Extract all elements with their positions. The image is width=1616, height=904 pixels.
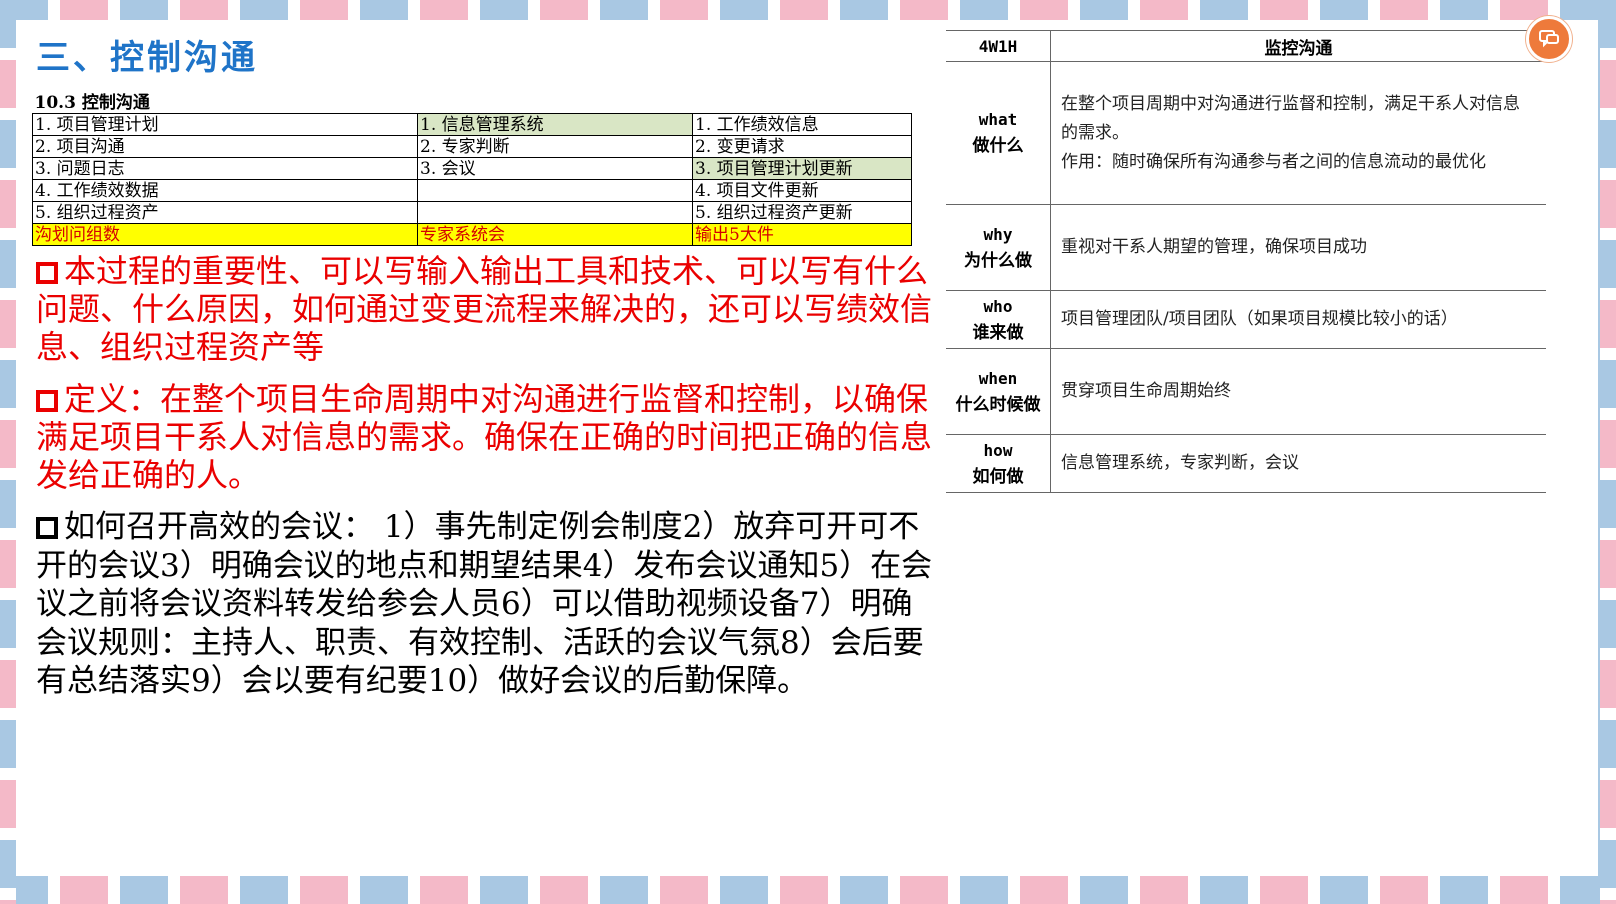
itto-output: 1. 工作绩效信息 [692, 113, 912, 136]
4w1h-key: who 谁来做 [946, 290, 1051, 349]
definition-paragraph: 定义：在整个项目生命周期中对沟通进行监督和控制，以确保满足项目干系人对信息的需求… [36, 380, 936, 494]
itto-row: 1. 项目管理计划 1. 信息管理系统 1. 工作绩效信息 [32, 113, 912, 136]
itto-tool: 1. 信息管理系统 [417, 113, 693, 136]
4w1h-header-row: 4W1H 监控沟通 [946, 30, 1546, 62]
4w1h-key-zh: 如何做 [972, 466, 1024, 487]
envelope-border-right [1600, 0, 1616, 904]
4w1h-key-zh: 什么时候做 [955, 394, 1041, 415]
mnemonic-outputs: 输出5大件 [692, 223, 912, 246]
itto-input: 2. 项目沟通 [32, 135, 418, 158]
itto-input: 5. 组织过程资产 [32, 201, 418, 224]
4w1h-key: when 什么时候做 [946, 348, 1051, 435]
itto-tool [417, 201, 693, 224]
definition-text: 定义：在整个项目生命周期中对沟通进行监督和控制，以确保满足项目干系人对信息的需求… [36, 380, 933, 494]
4w1h-value: 项目管理团队/项目团队（如果项目规模比较小的话） [1050, 290, 1546, 349]
4w1h-row-what: what 做什么 在整个项目周期中对沟通进行监督和控制，满足干系人对信息的需求。… [946, 61, 1546, 205]
mnemonic-tools: 专家系统会 [417, 223, 693, 246]
4w1h-value: 重视对干系人期望的管理，确保项目成功 [1050, 204, 1546, 291]
4w1h-key-zh: 做什么 [972, 136, 1024, 156]
4w1h-header-value: 监控沟通 [1050, 30, 1546, 62]
itto-output: 2. 变更请求 [692, 135, 912, 158]
4w1h-table: 4W1H 监控沟通 what 做什么 在整个项目周期中对沟通进行监督和控制，满足… [946, 30, 1546, 493]
4w1h-key-en: what [978, 110, 1018, 129]
itto-output: 5. 组织过程资产更新 [692, 201, 912, 224]
envelope-border-left [0, 0, 16, 904]
4w1h-header-key: 4W1H [946, 30, 1051, 62]
itto-caption: 10.3 控制沟通 [32, 92, 912, 114]
itto-row: 5. 组织过程资产 5. 组织过程资产更新 [32, 201, 912, 224]
slide-title: 三、控制沟通 [36, 38, 258, 78]
itto-row: 2. 项目沟通 2. 专家判断 2. 变更请求 [32, 135, 912, 158]
4w1h-row-when: when 什么时候做 贯穿项目生命周期始终 [946, 348, 1546, 435]
mnemonic-inputs: 沟划问组数 [32, 223, 418, 246]
4w1h-key-zh: 为什么做 [964, 250, 1032, 271]
checkbox-icon [36, 517, 58, 539]
4w1h-key: what 做什么 [946, 61, 1051, 205]
4w1h-value: 贯穿项目生命周期始终 [1050, 348, 1546, 435]
4w1h-value-line: 作用：随时确保所有沟通参与者之间的信息流动的最优化 [1061, 151, 1486, 172]
4w1h-key-en: why [983, 224, 1013, 244]
4w1h-key-zh: 谁来做 [972, 322, 1024, 343]
importance-text: 本过程的重要性、可以写输入输出工具和技术、可以写有什么问题、什么原因，如何通过变… [36, 252, 933, 366]
itto-output: 4. 项目文件更新 [692, 179, 912, 202]
4w1h-key-en: who [983, 296, 1013, 316]
chat-icon-glyph [1539, 30, 1559, 48]
chat-icon[interactable] [1526, 16, 1572, 62]
4w1h-row-why: why 为什么做 重视对干系人期望的管理，确保项目成功 [946, 204, 1546, 291]
itto-table: 10.3 控制沟通 1. 项目管理计划 1. 信息管理系统 1. 工作绩效信息 … [32, 92, 912, 246]
itto-tool [417, 179, 693, 202]
itto-tool: 3. 会议 [417, 157, 693, 180]
4w1h-row-how: how 如何做 信息管理系统，专家判断，会议 [946, 434, 1546, 493]
4w1h-key-en: how [983, 440, 1013, 460]
4w1h-value-line: 在整个项目周期中对沟通进行监督和控制，满足干系人对信息的需求。 [1061, 93, 1520, 143]
itto-row: 4. 工作绩效数据 4. 项目文件更新 [32, 179, 912, 202]
itto-tool: 2. 专家判断 [417, 135, 693, 158]
4w1h-key: how 如何做 [946, 434, 1051, 493]
itto-input: 3. 问题日志 [32, 157, 418, 180]
checkbox-icon [36, 390, 58, 412]
itto-input: 1. 项目管理计划 [32, 113, 418, 136]
meeting-paragraph: 如何召开高效的会议： 1）事先制定例会制度2）放弃可开可不开的会议3）明确会议的… [36, 508, 936, 701]
4w1h-key: why 为什么做 [946, 204, 1051, 291]
4w1h-key-en: when [978, 368, 1018, 388]
4w1h-value: 在整个项目周期中对沟通进行监督和控制，满足干系人对信息的需求。 作用：随时确保所… [1050, 61, 1546, 205]
itto-row: 3. 问题日志 3. 会议 3. 项目管理计划更新 [32, 157, 912, 180]
importance-paragraph: 本过程的重要性、可以写输入输出工具和技术、可以写有什么问题、什么原因，如何通过变… [36, 252, 936, 366]
meeting-text: 如何召开高效的会议： 1）事先制定例会制度2）放弃可开可不开的会议3）明确会议的… [36, 509, 933, 699]
4w1h-row-who: who 谁来做 项目管理团队/项目团队（如果项目规模比较小的话） [946, 290, 1546, 349]
itto-input: 4. 工作绩效数据 [32, 179, 418, 202]
itto-output: 3. 项目管理计划更新 [692, 157, 912, 180]
itto-mnemonic-row: 沟划问组数 专家系统会 输出5大件 [32, 223, 912, 246]
checkbox-icon [36, 262, 58, 284]
4w1h-value: 信息管理系统，专家判断，会议 [1050, 434, 1546, 493]
